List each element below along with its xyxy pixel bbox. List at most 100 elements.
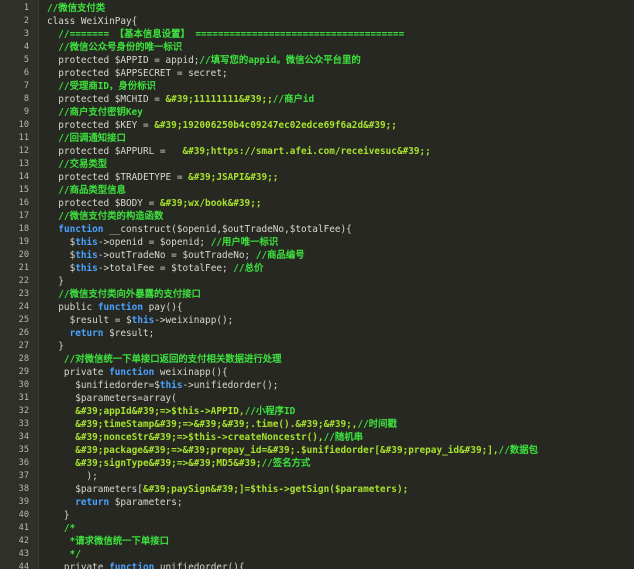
code-token: &#39;wx/book&#39;; [159,198,262,209]
code-line[interactable]: 6 protected $APPSECRET = secret; [0,67,634,80]
code-token: ->outTradeNo = $outTradeNo; [97,250,256,261]
code-line[interactable]: 9 //商户支付密钥Key [0,106,634,119]
code-line[interactable]: 11 //回调通知接口 [0,132,634,145]
code-token: protected $APPSECRET = secret; [47,68,228,79]
code-line[interactable]: 24 public function pay(){ [0,301,634,314]
code-token: } [47,510,70,521]
line-number: 18 [18,224,29,234]
code-line[interactable]: 41 /* [0,522,634,535]
code-line[interactable]: 42 *请求微信统一下单接口 [0,535,634,548]
code-token: class WeiXinPay{ [47,16,138,27]
line-number: 35 [18,445,29,455]
code-token: ->unifiedorder(); [182,380,279,391]
line-text: /* [47,522,75,535]
line-number: 6 [23,68,29,78]
line-number: 14 [18,172,29,182]
code-token: &#39;appId&#39;=>$this->APPID, [47,406,245,417]
code-line[interactable]: 31 $parameters=array( [0,392,634,405]
code-token: //微信支付类向外暴露的支付接口 [47,289,201,300]
code-line[interactable]: 39 return $parameters; [0,496,634,509]
code-line[interactable]: 26 return $result; [0,327,634,340]
code-line[interactable]: 1 //微信支付类 [0,2,634,15]
line-number: 42 [18,536,29,546]
code-token: pay(){ [142,302,183,313]
code-token: *请求微信统一下单接口 [47,536,169,547]
code-line[interactable]: 30 $unifiedorder=$this->unifiedorder(); [0,379,634,392]
code-token: $result; [103,328,155,339]
line-number: 22 [18,276,29,286]
code-line[interactable]: 22 } [0,275,634,288]
code-line[interactable]: 29 private function weixinapp(){ [0,366,634,379]
code-token: function [97,302,143,313]
code-line[interactable]: 32 &#39;appId&#39;=>$this->APPID,//小程序ID [0,405,634,418]
code-token: function [109,367,155,378]
code-line[interactable]: 34 &#39;nonceStr&#39;=>$this->createNonc… [0,431,634,444]
line-text: protected $APPID = appid;//填写您的appid。微信公… [47,54,361,67]
code-line[interactable]: 38 $parameters[&#39;paySign&#39;]=$this-… [0,483,634,496]
code-line[interactable]: 19 $this->openid = $openid; //用户唯一标识 [0,236,634,249]
line-number: 1 [23,3,29,13]
code-token: $parameters=array( [47,393,177,404]
code-editor[interactable]: 1 //微信支付类 2 class WeiXinPay{3 //======= 【基本… [0,0,634,569]
code-token: ); [47,471,98,482]
code-line[interactable]: 15 //商品类型信息 [0,184,634,197]
code-line[interactable]: 43 */ [0,548,634,561]
code-line[interactable]: 28 //对微信统一下单接口返回的支付相关数据进行处理 [0,353,634,366]
code-line[interactable]: 12 protected $APPURL = &#39;https://smar… [0,145,634,158]
code-line[interactable]: 7 //受理商ID，身份标识 [0,80,634,93]
code-line[interactable]: 23 //微信支付类向外暴露的支付接口 [0,288,634,301]
code-token: //用户唯一标识 [210,237,279,248]
code-area[interactable]: 1 //微信支付类 2 class WeiXinPay{3 //======= 【基本… [0,2,634,569]
code-line[interactable]: 25 $result = $this->weixinapp(); [0,314,634,327]
code-line[interactable]: 5 protected $APPID = appid;//填写您的appid。微… [0,54,634,67]
code-token: weixinapp(){ [154,367,228,378]
code-line[interactable]: 44 private function unifiedorder(){ [0,561,634,569]
line-number: 7 [23,81,29,91]
line-number: 39 [18,497,29,507]
code-line[interactable]: 35 &#39;package&#39;=>&#39;prepay_id=&#3… [0,444,634,457]
code-token: &#39;signType&#39;=>&#39;MD5&#39; [47,458,262,469]
code-line[interactable]: 27 } [0,340,634,353]
code-token: $result = $ [47,315,132,326]
code-line[interactable]: 10 protected $KEY = &#39;192006250b4c092… [0,119,634,132]
code-line[interactable]: 2 class WeiXinPay{ [0,15,634,28]
code-line[interactable]: 16 protected $BODY = &#39;wx/book&#39;; [0,197,634,210]
code-line[interactable]: 33 &#39;timeStamp&#39;=>&#39;&#39;.time(… [0,418,634,431]
line-text: protected $APPURL = &#39;https://smart.a… [47,145,431,158]
line-number: 15 [18,185,29,195]
code-token: private [47,367,110,378]
line-text: $this->outTradeNo = $outTradeNo; //商品编号 [47,249,305,262]
line-number: 40 [18,510,29,520]
line-text: private function unifiedorder(){ [47,561,245,569]
code-token: protected $KEY = [47,120,155,131]
code-line[interactable]: 18 function __construct($openid,$outTrad… [0,223,634,236]
code-line[interactable]: 4 //微信公众号身份的唯一标识 [0,41,634,54]
line-text: $this->openid = $openid; //用户唯一标识 [47,236,279,249]
line-text: //微信支付类的构造函数 [47,210,163,223]
line-text: private function weixinapp(){ [47,366,228,379]
code-line[interactable]: 17 //微信支付类的构造函数 [0,210,634,223]
code-line[interactable]: 37 ); [0,470,634,483]
code-token: //受理商ID，身份标识 [47,81,156,92]
code-token: &#39;192006250b4c09247ec02edce69f6a2d&#3… [154,120,397,131]
code-line[interactable]: 21 $this->totalFee = $totalFee; //总价 [0,262,634,275]
code-token: &#39;https://smart.afei.com/receivesuc&#… [182,146,431,157]
code-line[interactable]: 8 protected $MCHID = &#39;11111111&#39;;… [0,93,634,106]
code-line[interactable]: 40 } [0,509,634,522]
line-text: class WeiXinPay{ [47,15,137,28]
line-text: //微信支付类 [47,2,105,15]
code-line[interactable]: 13 //交易类型 [0,158,634,171]
line-number: 26 [18,328,29,338]
code-line[interactable]: 36 &#39;signType&#39;=>&#39;MD5&#39;//签名… [0,457,634,470]
line-number: 10 [18,120,29,130]
code-token: //填写您的appid。微信公众平台里的 [199,55,361,66]
line-number: 5 [23,55,29,65]
code-token: //随机串 [323,432,363,443]
line-text: protected $APPSECRET = secret; [47,67,228,80]
code-line[interactable]: 14 protected $TRADETYPE = &#39;JSAPI&#39… [0,171,634,184]
code-line[interactable]: 3 //======= 【基本信息设置】 ===================… [0,28,634,41]
line-number: 13 [18,159,29,169]
code-line[interactable]: 20 $this->outTradeNo = $outTradeNo; //商品… [0,249,634,262]
code-token: protected $BODY = [47,198,160,209]
